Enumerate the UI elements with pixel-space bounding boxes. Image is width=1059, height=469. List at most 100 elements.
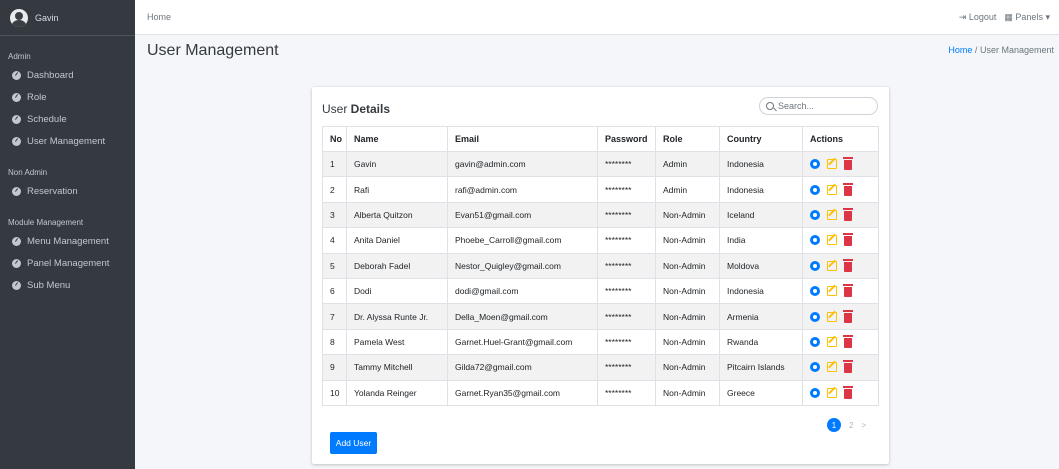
trash-icon[interactable] — [843, 157, 853, 171]
logout-link[interactable]: ⇥ Logout — [959, 12, 997, 23]
sidebar-item-user-management[interactable]: User Management — [0, 130, 135, 152]
add-user-button[interactable]: Add User — [330, 432, 377, 454]
sidebar-item-role[interactable]: Role — [0, 86, 135, 108]
row-actions — [802, 201, 879, 229]
table-row: 6 Dodi dodi@gmail.com ******** Non-Admin Indo… — [322, 277, 879, 305]
sidebar-item-schedule[interactable]: Schedule — [0, 108, 135, 130]
eye-icon[interactable] — [810, 235, 820, 246]
page-2-button[interactable]: 2 — [849, 421, 853, 430]
panels-dropdown[interactable]: ▦ Panels ▾ — [1004, 12, 1050, 23]
breadcrumb: Home / User Management — [948, 45, 1054, 55]
row-password: ******** — [597, 328, 656, 356]
edit-icon[interactable] — [827, 362, 837, 373]
row-name: Anita Daniel — [346, 227, 448, 254]
row-no: 1 — [322, 150, 347, 178]
tachometer-icon — [12, 136, 21, 146]
sidebar-item-dashboard[interactable]: Dashboard — [0, 64, 135, 86]
row-country: Pitcairn Islands — [719, 354, 803, 381]
action-buttons — [810, 360, 878, 374]
row-password: ******** — [597, 201, 656, 229]
row-email: Gilda72@gmail.com — [447, 354, 598, 381]
table-row: 4 Anita Daniel Phoebe_Carroll@gmail.com ***… — [322, 227, 879, 254]
edit-icon[interactable] — [827, 184, 837, 195]
tachometer-icon — [12, 114, 21, 124]
edit-icon[interactable] — [827, 209, 837, 220]
user-details-card: User Details No Name Email Password Role… — [312, 87, 889, 464]
edit-icon[interactable] — [827, 286, 837, 297]
eye-icon[interactable] — [810, 209, 820, 220]
edit-icon[interactable] — [827, 235, 837, 246]
row-country: Indonesia — [719, 150, 803, 178]
row-password: ******** — [597, 277, 656, 305]
eye-icon[interactable] — [810, 184, 820, 195]
table-row: 8 Pamela West Garnet.Huel-Grant@gmail.com *… — [322, 328, 879, 356]
row-no: 2 — [322, 176, 347, 203]
eye-icon[interactable] — [810, 362, 820, 373]
row-country: Rwanda — [719, 328, 803, 356]
next-page-arrow[interactable]: > — [861, 421, 866, 430]
action-buttons — [810, 207, 878, 221]
trash-icon[interactable] — [843, 334, 853, 348]
row-name: Deborah Fadel — [346, 252, 448, 279]
sidebar-item-panel-management[interactable]: Panel Management — [0, 252, 135, 274]
tachometer-icon — [12, 258, 21, 268]
logout-label: Logout — [968, 12, 997, 22]
eye-icon[interactable] — [810, 336, 820, 347]
edit-icon[interactable] — [827, 311, 837, 322]
top-navbar: Home ⇥ Logout ▦ Panels ▾ — [135, 0, 1059, 35]
section-label-admin: Admin — [8, 52, 31, 61]
search-box[interactable] — [759, 97, 878, 115]
trash-icon[interactable] — [843, 207, 853, 221]
table-row: 9 Tammy Mitchell Gilda72@gmail.com ********… — [322, 354, 879, 381]
action-buttons — [810, 334, 878, 348]
row-email: Nestor_Quigley@gmail.com — [447, 252, 598, 279]
eye-icon[interactable] — [810, 159, 820, 170]
action-buttons — [810, 157, 878, 171]
sidebar-item-label: Role — [27, 91, 47, 103]
trash-icon[interactable] — [843, 309, 853, 323]
sidebar-item-menu-management[interactable]: Menu Management — [0, 230, 135, 252]
section-label-module-management: Module Management — [8, 218, 84, 227]
trash-icon[interactable] — [843, 233, 853, 247]
trash-icon[interactable] — [843, 360, 853, 374]
row-role: Non-Admin — [655, 379, 720, 406]
sidebar-item-label: User Management — [27, 135, 106, 147]
column-header-password: Password — [597, 126, 656, 152]
eye-icon[interactable] — [810, 387, 820, 398]
sidebar-item-label: Dashboard — [27, 69, 74, 81]
tachometer-icon — [12, 236, 21, 246]
column-header-actions: Actions — [802, 126, 879, 152]
row-actions — [802, 252, 879, 279]
eye-icon[interactable] — [810, 311, 820, 322]
nav-home-link[interactable]: Home — [147, 12, 171, 22]
row-actions — [802, 328, 879, 356]
trash-icon[interactable] — [843, 385, 853, 399]
avatar — [10, 8, 28, 27]
trash-icon[interactable] — [843, 284, 853, 298]
breadcrumb-home-link[interactable]: Home — [948, 45, 972, 55]
trash-icon[interactable] — [843, 258, 853, 272]
users-table: No Name Email Password Role Country Acti… — [322, 126, 879, 406]
row-country: Indonesia — [719, 277, 803, 305]
card-title-prefix: User — [322, 102, 351, 116]
row-name: Yolanda Reinger — [346, 379, 448, 406]
edit-icon[interactable] — [827, 387, 837, 398]
user-panel[interactable]: Gavin — [0, 0, 135, 36]
sidebar-item-sub-menu[interactable]: Sub Menu — [0, 274, 135, 296]
row-password: ******** — [597, 150, 656, 178]
row-no: 3 — [322, 201, 347, 229]
sidebar-item-reservation[interactable]: Reservation — [0, 180, 135, 202]
search-input[interactable] — [778, 101, 868, 111]
row-email: Della_Moen@gmail.com — [447, 303, 598, 330]
eye-icon[interactable] — [810, 260, 820, 271]
row-name: Dodi — [346, 277, 448, 305]
page-1-button[interactable]: 1 — [827, 418, 841, 432]
edit-icon[interactable] — [827, 336, 837, 347]
row-password: ******** — [597, 379, 656, 406]
trash-icon[interactable] — [843, 182, 853, 196]
row-no: 6 — [322, 277, 347, 305]
edit-icon[interactable] — [827, 260, 837, 271]
edit-icon[interactable] — [827, 159, 837, 170]
row-email: dodi@gmail.com — [447, 277, 598, 305]
eye-icon[interactable] — [810, 286, 820, 297]
